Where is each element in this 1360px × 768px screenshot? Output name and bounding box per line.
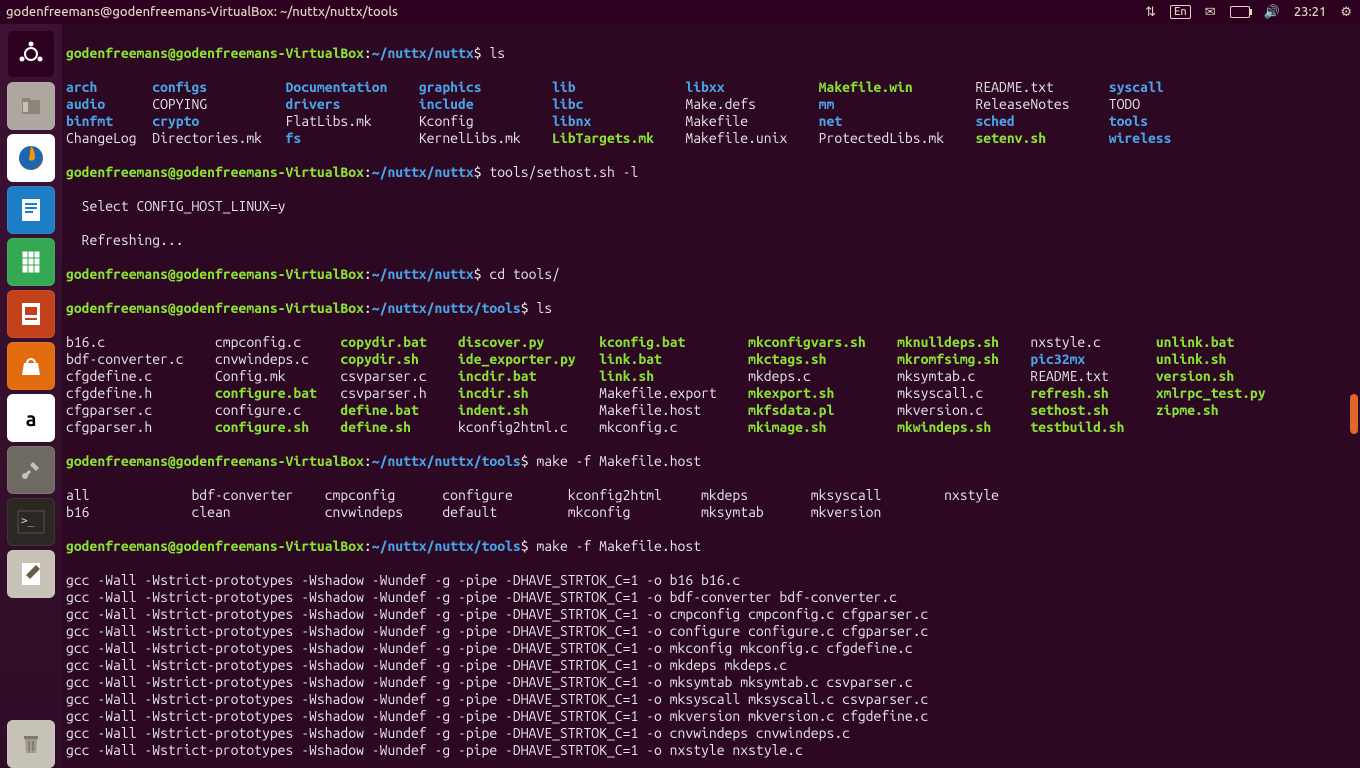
software-center-icon[interactable] <box>7 342 55 390</box>
gcc-line: gcc -Wall -Wstrict-prototypes -Wshadow -… <box>66 742 1356 759</box>
prompt-line: godenfreemans@godenfreemans-VirtualBox:~… <box>66 453 1356 470</box>
ls-row: binfmt crypto FlatLibs.mk Kconfig libnx … <box>66 113 1356 130</box>
ls-row: cfgparser.c configure.c define.bat inden… <box>66 402 1356 419</box>
battery-icon[interactable] <box>1230 6 1250 18</box>
prompt-line: godenfreemans@godenfreemans-VirtualBox:~… <box>66 538 1356 555</box>
gcc-line: gcc -Wall -Wstrict-prototypes -Wshadow -… <box>66 674 1356 691</box>
ls-row: audio COPYING drivers include libc Make.… <box>66 96 1356 113</box>
unity-launcher: a >_ <box>0 24 62 768</box>
top-panel: godenfreemans@godenfreemans-VirtualBox: … <box>0 0 1360 24</box>
gcc-line: gcc -Wall -Wstrict-prototypes -Wshadow -… <box>66 589 1356 606</box>
text-editor-icon[interactable] <box>7 550 55 598</box>
mail-icon[interactable]: ✉ <box>1205 5 1216 20</box>
network-icon[interactable]: ⇅ <box>1145 5 1156 20</box>
window-title: godenfreemans@godenfreemans-VirtualBox: … <box>6 5 398 19</box>
firefox-icon[interactable] <box>7 134 55 182</box>
gcc-line: gcc -Wall -Wstrict-prototypes -Wshadow -… <box>66 640 1356 657</box>
calc-icon[interactable] <box>7 238 55 286</box>
prompt-line: godenfreemans@godenfreemans-VirtualBox:~… <box>66 300 1356 317</box>
gcc-line: gcc -Wall -Wstrict-prototypes -Wshadow -… <box>66 708 1356 725</box>
keyboard-indicator[interactable]: En <box>1170 5 1191 19</box>
ls-row: cfgdefine.h configure.bat csvparser.h in… <box>66 385 1356 402</box>
volume-icon[interactable]: 🔊 <box>1264 5 1280 20</box>
prompt-line: godenfreemans@godenfreemans-VirtualBox:~… <box>66 164 1356 181</box>
ls-row: b16.c cmpconfig.c copydir.bat discover.p… <box>66 334 1356 351</box>
ls-row: arch configs Documentation graphics lib … <box>66 79 1356 96</box>
gcc-line: gcc -Wall -Wstrict-prototypes -Wshadow -… <box>66 691 1356 708</box>
dash-icon[interactable] <box>7 30 55 78</box>
ls-row: cfgparser.h configure.sh define.sh kconf… <box>66 419 1356 436</box>
ls-row: ChangeLog Directories.mk fs KernelLibs.m… <box>66 130 1356 147</box>
gcc-line: gcc -Wall -Wstrict-prototypes -Wshadow -… <box>66 606 1356 623</box>
gcc-line: gcc -Wall -Wstrict-prototypes -Wshadow -… <box>66 725 1356 742</box>
amazon-icon[interactable]: a <box>7 394 55 442</box>
clock[interactable]: 23:21 <box>1294 5 1327 19</box>
prompt-line: godenfreemans@godenfreemans-VirtualBox:~… <box>66 266 1356 283</box>
output-line: Refreshing... <box>66 232 1356 249</box>
scrollbar-thumb[interactable] <box>1350 394 1358 434</box>
indicator-tray: ⇅ En ✉ 🔊 23:21 ⚙ <box>1145 0 1352 24</box>
terminal-icon[interactable]: >_ <box>7 498 55 546</box>
trash-icon[interactable] <box>7 720 55 768</box>
gear-icon[interactable]: ⚙ <box>1340 5 1352 20</box>
writer-icon[interactable] <box>7 186 55 234</box>
svg-text:>_: >_ <box>21 514 35 527</box>
terminal-output[interactable]: godenfreemans@godenfreemans-VirtualBox:~… <box>62 24 1360 768</box>
make-target-row: all bdf-converter cmpconfig configure kc… <box>66 487 1356 504</box>
gcc-line: gcc -Wall -Wstrict-prototypes -Wshadow -… <box>66 657 1356 674</box>
gcc-line: gcc -Wall -Wstrict-prototypes -Wshadow -… <box>66 572 1356 589</box>
settings-icon[interactable] <box>7 446 55 494</box>
impress-icon[interactable] <box>7 290 55 338</box>
ls-row: cfgdefine.c Config.mk csvparser.c incdir… <box>66 368 1356 385</box>
files-icon[interactable] <box>7 82 55 130</box>
ls-row: bdf-converter.c cnvwindeps.c copydir.sh … <box>66 351 1356 368</box>
prompt-line: godenfreemans@godenfreemans-VirtualBox:~… <box>66 45 1356 62</box>
gcc-line: gcc -Wall -Wstrict-prototypes -Wshadow -… <box>66 623 1356 640</box>
output-line: Select CONFIG_HOST_LINUX=y <box>66 198 1356 215</box>
make-target-row: b16 clean cnvwindeps default mkconfig mk… <box>66 504 1356 521</box>
